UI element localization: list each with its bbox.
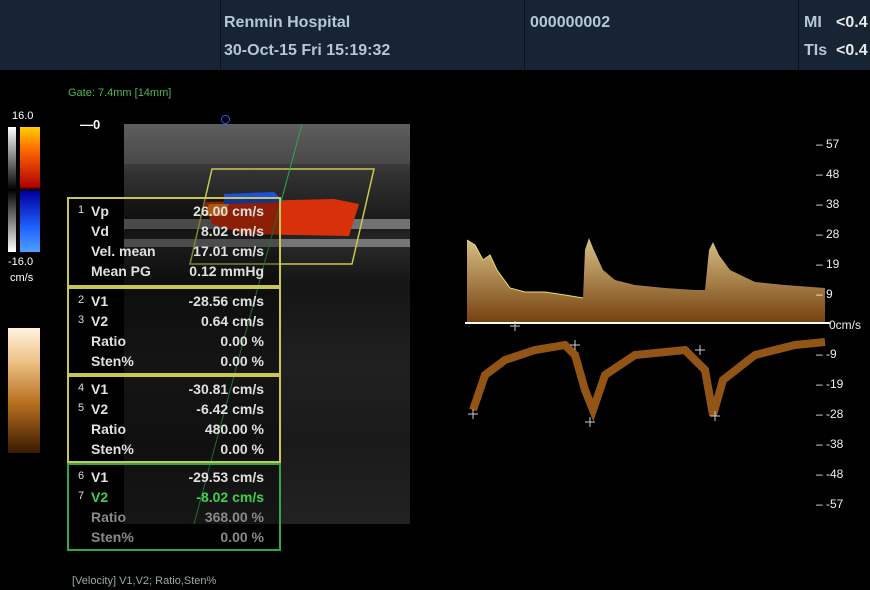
measurement-label: V1	[91, 293, 109, 309]
gate-info: Gate: 7.4mm [14mm]	[68, 87, 172, 99]
velocity-tick-label: – 57	[816, 137, 840, 151]
velocity-tick-label: – -28	[816, 407, 844, 421]
patient-header: Renmin Hospital 30-Oct-15 Fri 15:19:32 0…	[0, 0, 870, 70]
measurement-label: Ratio	[91, 509, 126, 525]
measurement-value: 480.00 %	[204, 421, 264, 437]
measurement-label: V2	[91, 489, 109, 505]
measurement-value: 26.00 cm/s	[193, 203, 264, 219]
doppler-gain-bar	[8, 328, 40, 453]
header-divider	[524, 0, 525, 70]
measurement-value: 17.01 cm/s	[193, 243, 264, 259]
color-velocity-bar	[20, 127, 40, 252]
velocity-tick-label: – 48	[816, 167, 840, 181]
measurement-label: Mean PG	[91, 263, 151, 279]
depth-marker: —0	[80, 117, 101, 132]
velocity-tick-label: – 19	[816, 257, 840, 271]
velocity-tick-label: – 28	[816, 227, 840, 241]
measurement-value: 368.00 %	[204, 509, 264, 525]
measurement-label: Vd	[91, 223, 109, 239]
measurement-index: 6	[78, 470, 85, 482]
measurement-value: 8.02 cm/s	[200, 223, 264, 239]
measurement-label: Sten%	[91, 353, 134, 369]
measurement-value: -29.53 cm/s	[188, 469, 265, 485]
measurement-index: 5	[78, 402, 85, 414]
velocity-tick-label: – -48	[816, 467, 844, 481]
velocity-tick-label: – 38	[816, 197, 840, 211]
color-scale-min: -16.0	[8, 256, 34, 268]
measurement-index: 7	[78, 490, 85, 502]
measurement-index: 4	[78, 382, 85, 394]
measurement-label: Ratio	[91, 333, 126, 349]
measurement-index: 3	[78, 314, 85, 326]
measurement-value: -28.56 cm/s	[188, 293, 265, 309]
measurement-value: 0.00 %	[220, 441, 264, 457]
velocity-tick-label: – 9	[816, 287, 833, 301]
mi-value: <0.4	[836, 14, 868, 31]
focus-marker-icon[interactable]	[221, 115, 230, 124]
tis-value: <0.4	[836, 42, 868, 59]
measurement-value: 0.64 cm/s	[200, 313, 264, 329]
measurement-box-3[interactable]: 4 V1 -30.81 cm/s 5 V2 -6.42 cm/s Ratio 480.00 %…	[67, 375, 281, 463]
velocity-tick-label: – -19	[816, 377, 844, 391]
color-scale-max: 16.0	[12, 110, 34, 122]
measurement-label: Sten%	[91, 529, 134, 545]
color-scale-unit: cm/s	[10, 272, 34, 284]
measurement-mode-footer: [Velocity] V1,V2; Ratio,Sten%	[72, 575, 217, 587]
measurement-box-4[interactable]: 6 V1 -29.53 cm/s 7 V2 -8.02 cm/s Ratio 368.00 %…	[67, 463, 281, 551]
measurement-label: V2	[91, 401, 109, 417]
measurement-value: -8.02 cm/s	[196, 489, 264, 505]
measurement-value: -30.81 cm/s	[188, 381, 265, 397]
measurement-box-2[interactable]: 2 V1 -28.56 cm/s 3 V2 0.64 cm/s Ratio 0.00 % Ste…	[67, 287, 281, 375]
hospital-name: Renmin Hospital	[224, 14, 351, 31]
mi-label: MI	[804, 14, 822, 31]
measurement-label: Sten%	[91, 441, 134, 457]
spectral-doppler-trace	[465, 238, 830, 427]
measurement-value: 0.00 %	[220, 529, 264, 545]
measurement-value: 0.00 %	[220, 353, 264, 369]
patient-id: 000000002	[530, 14, 611, 31]
measurement-label: Vel. mean	[91, 243, 156, 259]
measurement-box-1[interactable]: 1 Vp 26.00 cm/s Vd 8.02 cm/s Vel. mean 17.01 c…	[67, 197, 281, 287]
measurement-value: -6.42 cm/s	[196, 401, 264, 417]
header-divider	[220, 0, 221, 70]
measurement-label: V2	[91, 313, 109, 329]
velocity-tick-label: 0cm/s	[829, 318, 862, 332]
measurement-label: Ratio	[91, 421, 126, 437]
velocity-tick-label: – -38	[816, 437, 844, 451]
measurement-label: V1	[91, 381, 109, 397]
velocity-tick-label: – -57	[816, 497, 844, 511]
exam-datetime: 30-Oct-15 Fri 15:19:32	[224, 42, 391, 59]
measurement-label: V1	[91, 469, 109, 485]
measurement-label: Vp	[91, 203, 109, 219]
velocity-tick-label: – -9	[816, 347, 837, 361]
measurement-index: 2	[78, 294, 85, 306]
grayscale-bar	[8, 127, 16, 252]
header-divider	[798, 0, 799, 70]
measurement-value: 0.00 %	[220, 333, 264, 349]
measurement-value: 0.12 mmHg	[189, 263, 264, 279]
tis-label: TIs	[804, 42, 828, 59]
measurement-index: 1	[78, 204, 85, 216]
